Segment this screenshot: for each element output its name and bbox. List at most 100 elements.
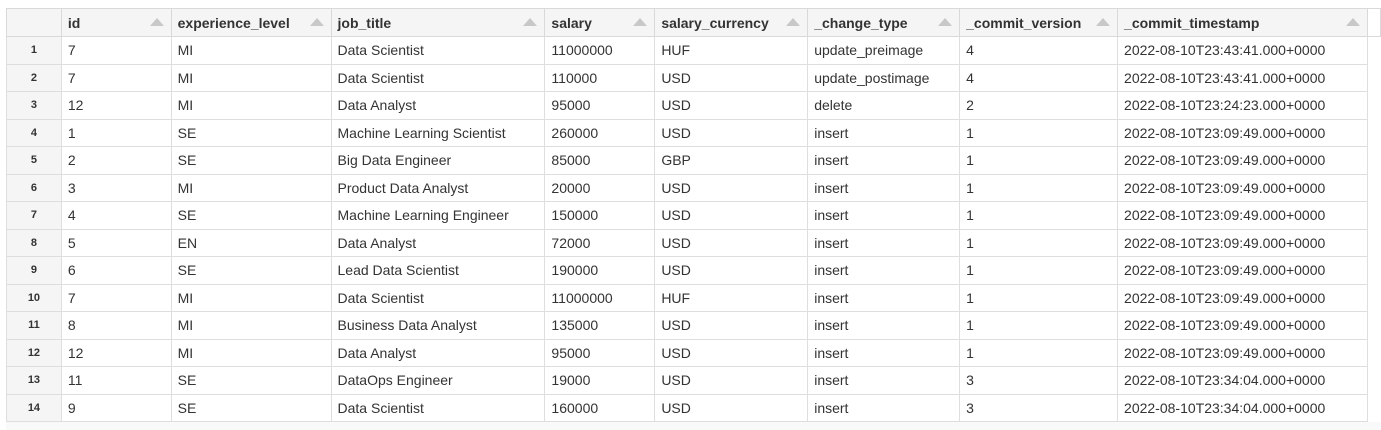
table-cell[interactable]: MI <box>170 311 332 340</box>
table-cell[interactable]: insert <box>807 393 961 422</box>
table-cell[interactable]: USD <box>654 201 809 230</box>
sort-ascending-icon[interactable] <box>309 18 324 26</box>
table-row[interactable]: 4 1 SE Machine Learning Scientist 260000 USD i… <box>6 118 1381 147</box>
table-cell[interactable]: DataOps Engineer <box>330 366 546 395</box>
table-cell[interactable]: 7 <box>60 36 172 65</box>
table-cell[interactable]: insert <box>807 366 961 395</box>
table-cell[interactable]: 95000 <box>544 338 656 367</box>
table-cell[interactable]: 2022-08-10T23:43:41.000+0000 <box>1117 63 1368 92</box>
table-cell[interactable]: 2022-08-10T23:24:23.000+0000 <box>1117 91 1368 120</box>
sort-ascending-icon[interactable] <box>1096 18 1111 26</box>
column-header-salary-currency[interactable]: salary_currency <box>654 8 809 37</box>
table-cell[interactable]: 2022-08-10T23:09:49.000+0000 <box>1117 311 1368 340</box>
table-cell[interactable]: Data Scientist <box>330 36 546 65</box>
table-cell[interactable]: Data Analyst <box>330 338 546 367</box>
table-cell[interactable]: 1 <box>959 146 1119 175</box>
table-cell[interactable]: 135000 <box>544 311 656 340</box>
table-cell[interactable]: Machine Learning Scientist <box>330 118 546 147</box>
table-cell[interactable]: 11000000 <box>544 36 656 65</box>
table-cell[interactable]: 95000 <box>544 91 656 120</box>
table-cell[interactable]: Data Analyst <box>330 228 546 257</box>
table-cell[interactable]: HUF <box>654 36 809 65</box>
table-cell[interactable]: MI <box>170 91 332 120</box>
table-cell[interactable]: HUF <box>654 283 809 312</box>
table-cell[interactable]: 190000 <box>544 256 656 285</box>
table-cell[interactable]: MI <box>170 63 332 92</box>
table-cell[interactable]: EN <box>170 228 332 257</box>
table-cell[interactable]: 2022-08-10T23:09:49.000+0000 <box>1117 146 1368 175</box>
column-header-experience-level[interactable]: experience_level <box>170 8 332 37</box>
table-row[interactable]: 11 8 MI Business Data Analyst 135000 USD inser… <box>6 311 1381 340</box>
table-cell[interactable]: delete <box>807 91 961 120</box>
table-row[interactable]: 12 12 MI Data Analyst 95000 USD insert 1 2022-08… <box>6 338 1381 367</box>
sort-ascending-icon[interactable] <box>938 18 953 26</box>
column-header-commit-version[interactable]: _commit_version <box>959 8 1119 37</box>
table-cell[interactable]: Machine Learning Engineer <box>330 201 546 230</box>
table-cell[interactable]: Lead Data Scientist <box>330 256 546 285</box>
sort-ascending-icon[interactable] <box>633 18 648 26</box>
table-cell[interactable]: 85000 <box>544 146 656 175</box>
table-cell[interactable]: 260000 <box>544 118 656 147</box>
table-row[interactable]: 13 11 SE DataOps Engineer 19000 USD insert 3 202… <box>6 366 1381 395</box>
table-row[interactable]: 14 9 SE Data Scientist 160000 USD insert 3 2022-… <box>6 393 1381 422</box>
table-cell[interactable]: 1 <box>959 201 1119 230</box>
column-header-salary[interactable]: salary <box>544 8 656 37</box>
table-cell[interactable]: 9 <box>60 393 172 422</box>
table-cell[interactable]: 20000 <box>544 173 656 202</box>
table-cell[interactable]: GBP <box>654 146 809 175</box>
table-cell[interactable]: MI <box>170 36 332 65</box>
table-cell[interactable]: 1 <box>60 118 172 147</box>
table-cell[interactable]: USD <box>654 228 809 257</box>
table-cell[interactable]: Big Data Engineer <box>330 146 546 175</box>
table-cell[interactable]: SE <box>170 393 332 422</box>
sort-ascending-icon[interactable] <box>1345 18 1360 26</box>
table-cell[interactable]: 7 <box>60 63 172 92</box>
table-cell[interactable]: USD <box>654 63 809 92</box>
table-cell[interactable]: insert <box>807 118 961 147</box>
table-cell[interactable]: insert <box>807 173 961 202</box>
table-cell[interactable]: USD <box>654 393 809 422</box>
column-header-id[interactable]: id <box>60 8 172 37</box>
table-cell[interactable]: insert <box>807 283 961 312</box>
table-cell[interactable]: 1 <box>959 283 1119 312</box>
table-cell[interactable]: 2022-08-10T23:09:49.000+0000 <box>1117 228 1368 257</box>
table-cell[interactable]: SE <box>170 146 332 175</box>
table-row[interactable]: 3 12 MI Data Analyst 95000 USD delete 2 2022-08-… <box>6 91 1381 120</box>
sort-ascending-icon[interactable] <box>149 18 164 26</box>
table-cell[interactable]: MI <box>170 173 332 202</box>
table-cell[interactable]: 5 <box>60 228 172 257</box>
table-cell[interactable]: insert <box>807 146 961 175</box>
table-cell[interactable]: 72000 <box>544 228 656 257</box>
table-cell[interactable]: SE <box>170 118 332 147</box>
table-cell[interactable]: 2022-08-10T23:43:41.000+0000 <box>1117 36 1368 65</box>
table-cell[interactable]: 1 <box>959 118 1119 147</box>
table-cell[interactable]: USD <box>654 311 809 340</box>
table-cell[interactable]: SE <box>170 366 332 395</box>
table-cell[interactable]: Business Data Analyst <box>330 311 546 340</box>
table-row[interactable]: 9 6 SE Lead Data Scientist 190000 USD insert 1 2… <box>6 256 1381 285</box>
table-cell[interactable]: 1 <box>959 173 1119 202</box>
table-row[interactable]: 8 5 EN Data Analyst 72000 USD insert 1 2022-08-1… <box>6 228 1381 257</box>
table-cell[interactable]: 11000000 <box>544 283 656 312</box>
table-cell[interactable]: 2022-08-10T23:09:49.000+0000 <box>1117 256 1368 285</box>
table-cell[interactable]: insert <box>807 228 961 257</box>
table-cell[interactable]: 2022-08-10T23:34:04.000+0000 <box>1117 366 1368 395</box>
table-cell[interactable]: USD <box>654 338 809 367</box>
table-cell[interactable]: USD <box>654 118 809 147</box>
table-cell[interactable]: 2022-08-10T23:09:49.000+0000 <box>1117 118 1368 147</box>
column-header-commit-timestamp[interactable]: _commit_timestamp <box>1117 8 1368 37</box>
table-cell[interactable]: 2 <box>60 146 172 175</box>
table-cell[interactable]: Data Scientist <box>330 283 546 312</box>
table-cell[interactable]: USD <box>654 91 809 120</box>
table-cell[interactable]: USD <box>654 173 809 202</box>
table-cell[interactable]: SE <box>170 201 332 230</box>
table-cell[interactable]: 2022-08-10T23:09:49.000+0000 <box>1117 201 1368 230</box>
table-row[interactable]: 5 2 SE Big Data Engineer 85000 GBP insert 1 2022… <box>6 146 1381 175</box>
table-cell[interactable]: 2022-08-10T23:09:49.000+0000 <box>1117 283 1368 312</box>
table-cell[interactable]: update_preimage <box>807 36 961 65</box>
table-cell[interactable]: USD <box>654 256 809 285</box>
table-cell[interactable]: insert <box>807 201 961 230</box>
table-cell[interactable]: 12 <box>60 338 172 367</box>
table-cell[interactable]: 160000 <box>544 393 656 422</box>
sort-ascending-icon[interactable] <box>523 18 538 26</box>
